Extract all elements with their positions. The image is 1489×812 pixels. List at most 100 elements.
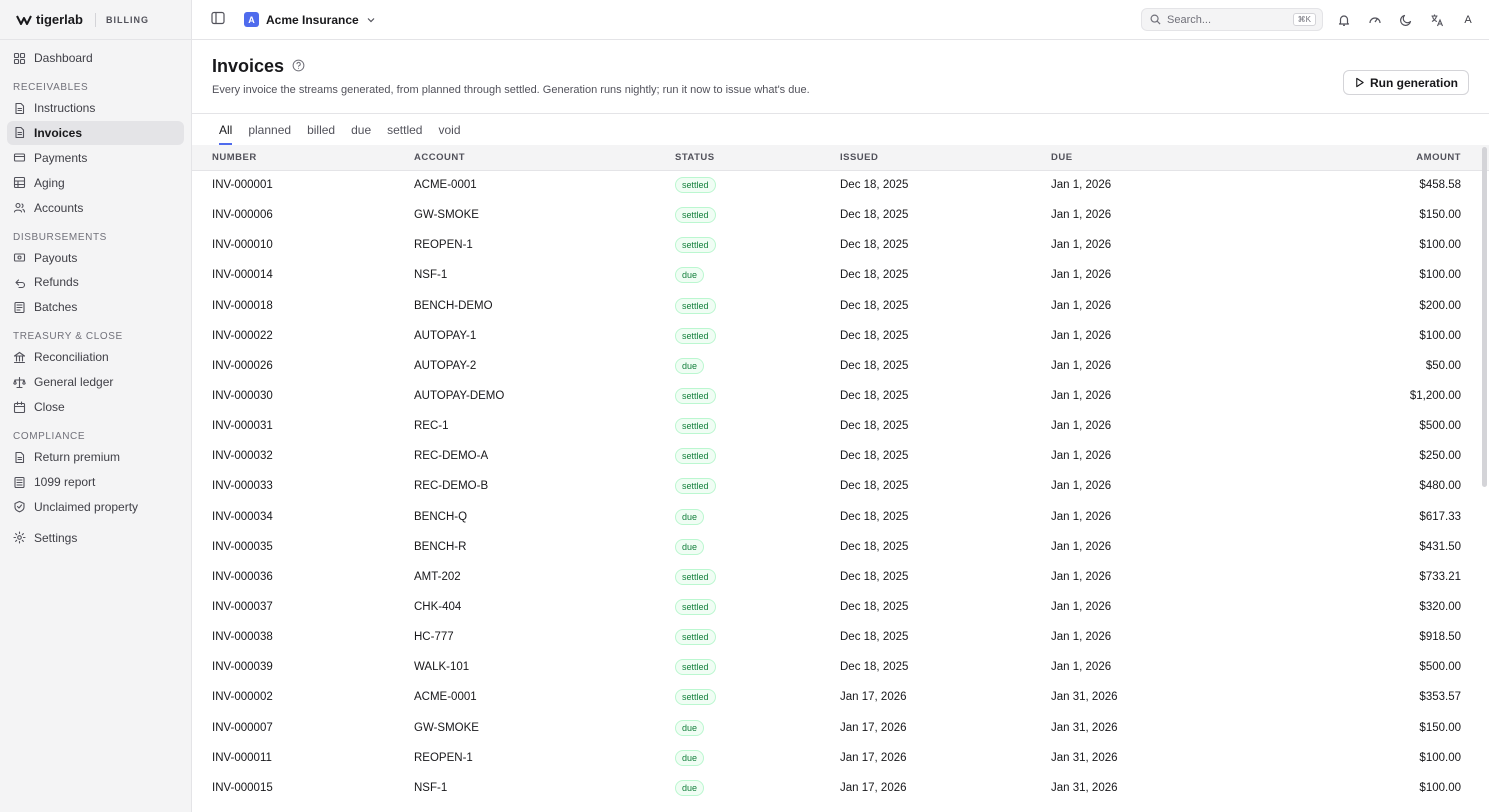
table-row[interactable]: INV-000035 BENCH-R due Dec 18, 2025 Jan 1, 2… [192,532,1489,562]
sidebar-item-payments[interactable]: Payments [7,146,184,170]
tab-settled[interactable]: settled [380,114,429,145]
sidebar-item-aging[interactable]: Aging [7,171,184,195]
table-row[interactable]: INV-000039 WALK-101 settled Dec 18, 2025 Jan… [192,652,1489,682]
sidebar-item-reconciliation[interactable]: Reconciliation [7,345,184,369]
tab-planned[interactable]: planned [241,114,298,145]
status-cell: settled [675,291,840,321]
table-row[interactable]: INV-000010 REOPEN-1 settled Dec 18, 2025 Jan… [192,230,1489,260]
account-cell: BENCH-Q [414,510,468,523]
close-icon [13,401,26,413]
table-row[interactable]: INV-000014 NSF-1 due Dec 18, 2025 Jan 1, 202… [192,260,1489,290]
translate-icon[interactable] [1430,13,1444,27]
table-row[interactable]: INV-000022 AUTOPAY-1 settled Dec 18, 2025 Ja… [192,321,1489,351]
sidebar-item-instructions[interactable]: Instructions [7,96,184,120]
amount-cell: $100.00 [1419,329,1461,342]
refunds-icon [15,279,26,289]
sidebar-item-label: Batches [34,300,78,315]
status-badge: due [675,749,705,766]
status-badge: settled [675,177,716,194]
tab-all[interactable]: All [212,114,239,145]
sidebar-item-label: Payments [34,150,88,165]
status-badge: settled [675,478,716,495]
bell-icon[interactable] [1337,13,1351,27]
sidebar-item-unclaimed-property[interactable]: Unclaimed property [7,495,184,519]
table-row[interactable]: INV-000030 AUTOPAY-DEMO settled Dec 18, 202… [192,381,1489,411]
sidebar-item-label: Dashboard [34,51,93,65]
table-row[interactable]: INV-000011 REOPEN-1 due Jan 17, 2026 Jan 31,… [192,743,1489,773]
tiger-logo-icon [16,15,32,25]
accounts-icon [13,203,26,213]
status-badge: settled [675,207,716,224]
avatar[interactable]: A [1461,14,1475,26]
tab-billed[interactable]: billed [300,114,342,145]
due-cell: Jan 1, 2026 [1051,601,1112,614]
sidebar-toggle-button[interactable] [211,11,225,28]
number-cell: INV-000037 [212,601,273,614]
table-row[interactable]: INV-000018 BENCH-DEMO settled Dec 18, 2025 J… [192,291,1489,321]
sidebar-item-close[interactable]: Close [7,395,184,419]
issued-cell: Dec 18, 2025 [840,420,909,433]
instructions-icon [15,102,25,114]
table-row[interactable]: INV-000033 REC-DEMO-B settled Dec 18, 2025 J… [192,471,1489,501]
table-row[interactable]: INV-000031 REC-1 settled Dec 18, 2025 Jan 1,… [192,411,1489,441]
run-generation-button[interactable]: Run generation [1342,70,1469,95]
sidebar-item-accounts[interactable]: Accounts [7,196,184,220]
reconciliation-icon [13,351,26,363]
sidebar-item-batches[interactable]: Batches [7,295,184,319]
org-switcher[interactable]: A Acme Insurance [244,12,376,27]
table-row[interactable]: INV-000006 GW-SMOKE settled Dec 18, 2025 Jan… [192,200,1489,230]
column-header-amount[interactable]: AMOUNT [1251,145,1489,171]
status-badge: due [675,267,705,284]
account-cell: ACME-0001 [414,691,477,704]
table-row[interactable]: INV-000002 ACME-0001 settled Jan 17, 2026 Ja… [192,682,1489,712]
table-row[interactable]: INV-000032 REC-DEMO-A settled Dec 18, 2025 J… [192,441,1489,471]
help-button[interactable] [292,59,305,75]
sidebar-item-general-ledger[interactable]: General ledger [7,370,184,394]
status-badge: settled [675,237,716,254]
table-row[interactable]: INV-000034 BENCH-Q due Dec 18, 2025 Jan 1, 2… [192,502,1489,532]
sidebar-item-invoices[interactable]: Invoices [7,120,184,145]
status-badge: due [675,779,705,796]
sidebar-item-1099-report[interactable]: 1099 report [7,470,184,494]
column-header-number[interactable]: NUMBER [192,145,414,171]
column-header-account[interactable]: ACCOUNT [414,145,675,171]
search-input[interactable]: Search... ⌘K [1141,8,1323,31]
sidebar-item-refunds[interactable]: Refunds [7,270,184,294]
table-row[interactable]: INV-000026 AUTOPAY-2 due Dec 18, 2025 Jan 1,… [192,351,1489,381]
number-cell: INV-000032 [212,450,273,463]
search-icon [1150,14,1161,25]
column-header-due[interactable]: DUE [1051,145,1251,171]
column-header-status[interactable]: STATUS [675,145,840,171]
scrollbar[interactable] [1482,147,1487,487]
status-cell: settled [675,170,840,200]
search-shortcut: ⌘K [1292,13,1316,26]
sidebar-item-label: Unclaimed property [34,499,139,514]
column-header-issued[interactable]: ISSUED [840,145,1051,171]
account-cell: BENCH-DEMO [414,299,493,312]
brand-sub: BILLING [105,14,149,25]
moon-icon[interactable] [1399,13,1413,27]
org-badge: A [244,12,259,27]
status-badge: due [675,719,705,736]
sidebar-item-settings[interactable]: Settings [7,526,184,550]
amount-cell: $733.21 [1419,570,1461,583]
sidebar-item-dashboard[interactable]: Dashboard [7,46,184,70]
table-row[interactable]: INV-000015 NSF-1 due Jan 17, 2026 Jan 31, 20… [192,773,1489,803]
status-cell: settled [675,230,840,260]
1099-report-icon [14,476,25,488]
due-cell: Jan 31, 2026 [1051,721,1118,734]
tab-void[interactable]: void [431,114,467,145]
table-row[interactable]: INV-000007 GW-SMOKE due Jan 17, 2026 Jan 31,… [192,713,1489,743]
gauge-icon[interactable] [1368,13,1382,27]
sidebar-item-payouts[interactable]: Payouts [7,246,184,270]
table-row[interactable]: INV-000037 CHK-404 settled Dec 18, 2025 Jan … [192,592,1489,622]
sidebar-item-return-premium[interactable]: Return premium [7,445,184,469]
number-cell: INV-000022 [212,329,273,342]
brand-logo[interactable]: tigerlab [16,12,83,27]
amount-cell: $458.58 [1419,179,1461,192]
tab-due[interactable]: due [344,114,378,145]
table-row[interactable]: INV-000001 ACME-0001 settled Dec 18, 2025 Ja… [192,170,1489,200]
due-cell: Jan 1, 2026 [1051,631,1112,644]
table-row[interactable]: INV-000036 AMT-202 settled Dec 18, 2025 Jan … [192,562,1489,592]
table-row[interactable]: INV-000038 HC-777 settled Dec 18, 2025 Jan 1… [192,622,1489,652]
